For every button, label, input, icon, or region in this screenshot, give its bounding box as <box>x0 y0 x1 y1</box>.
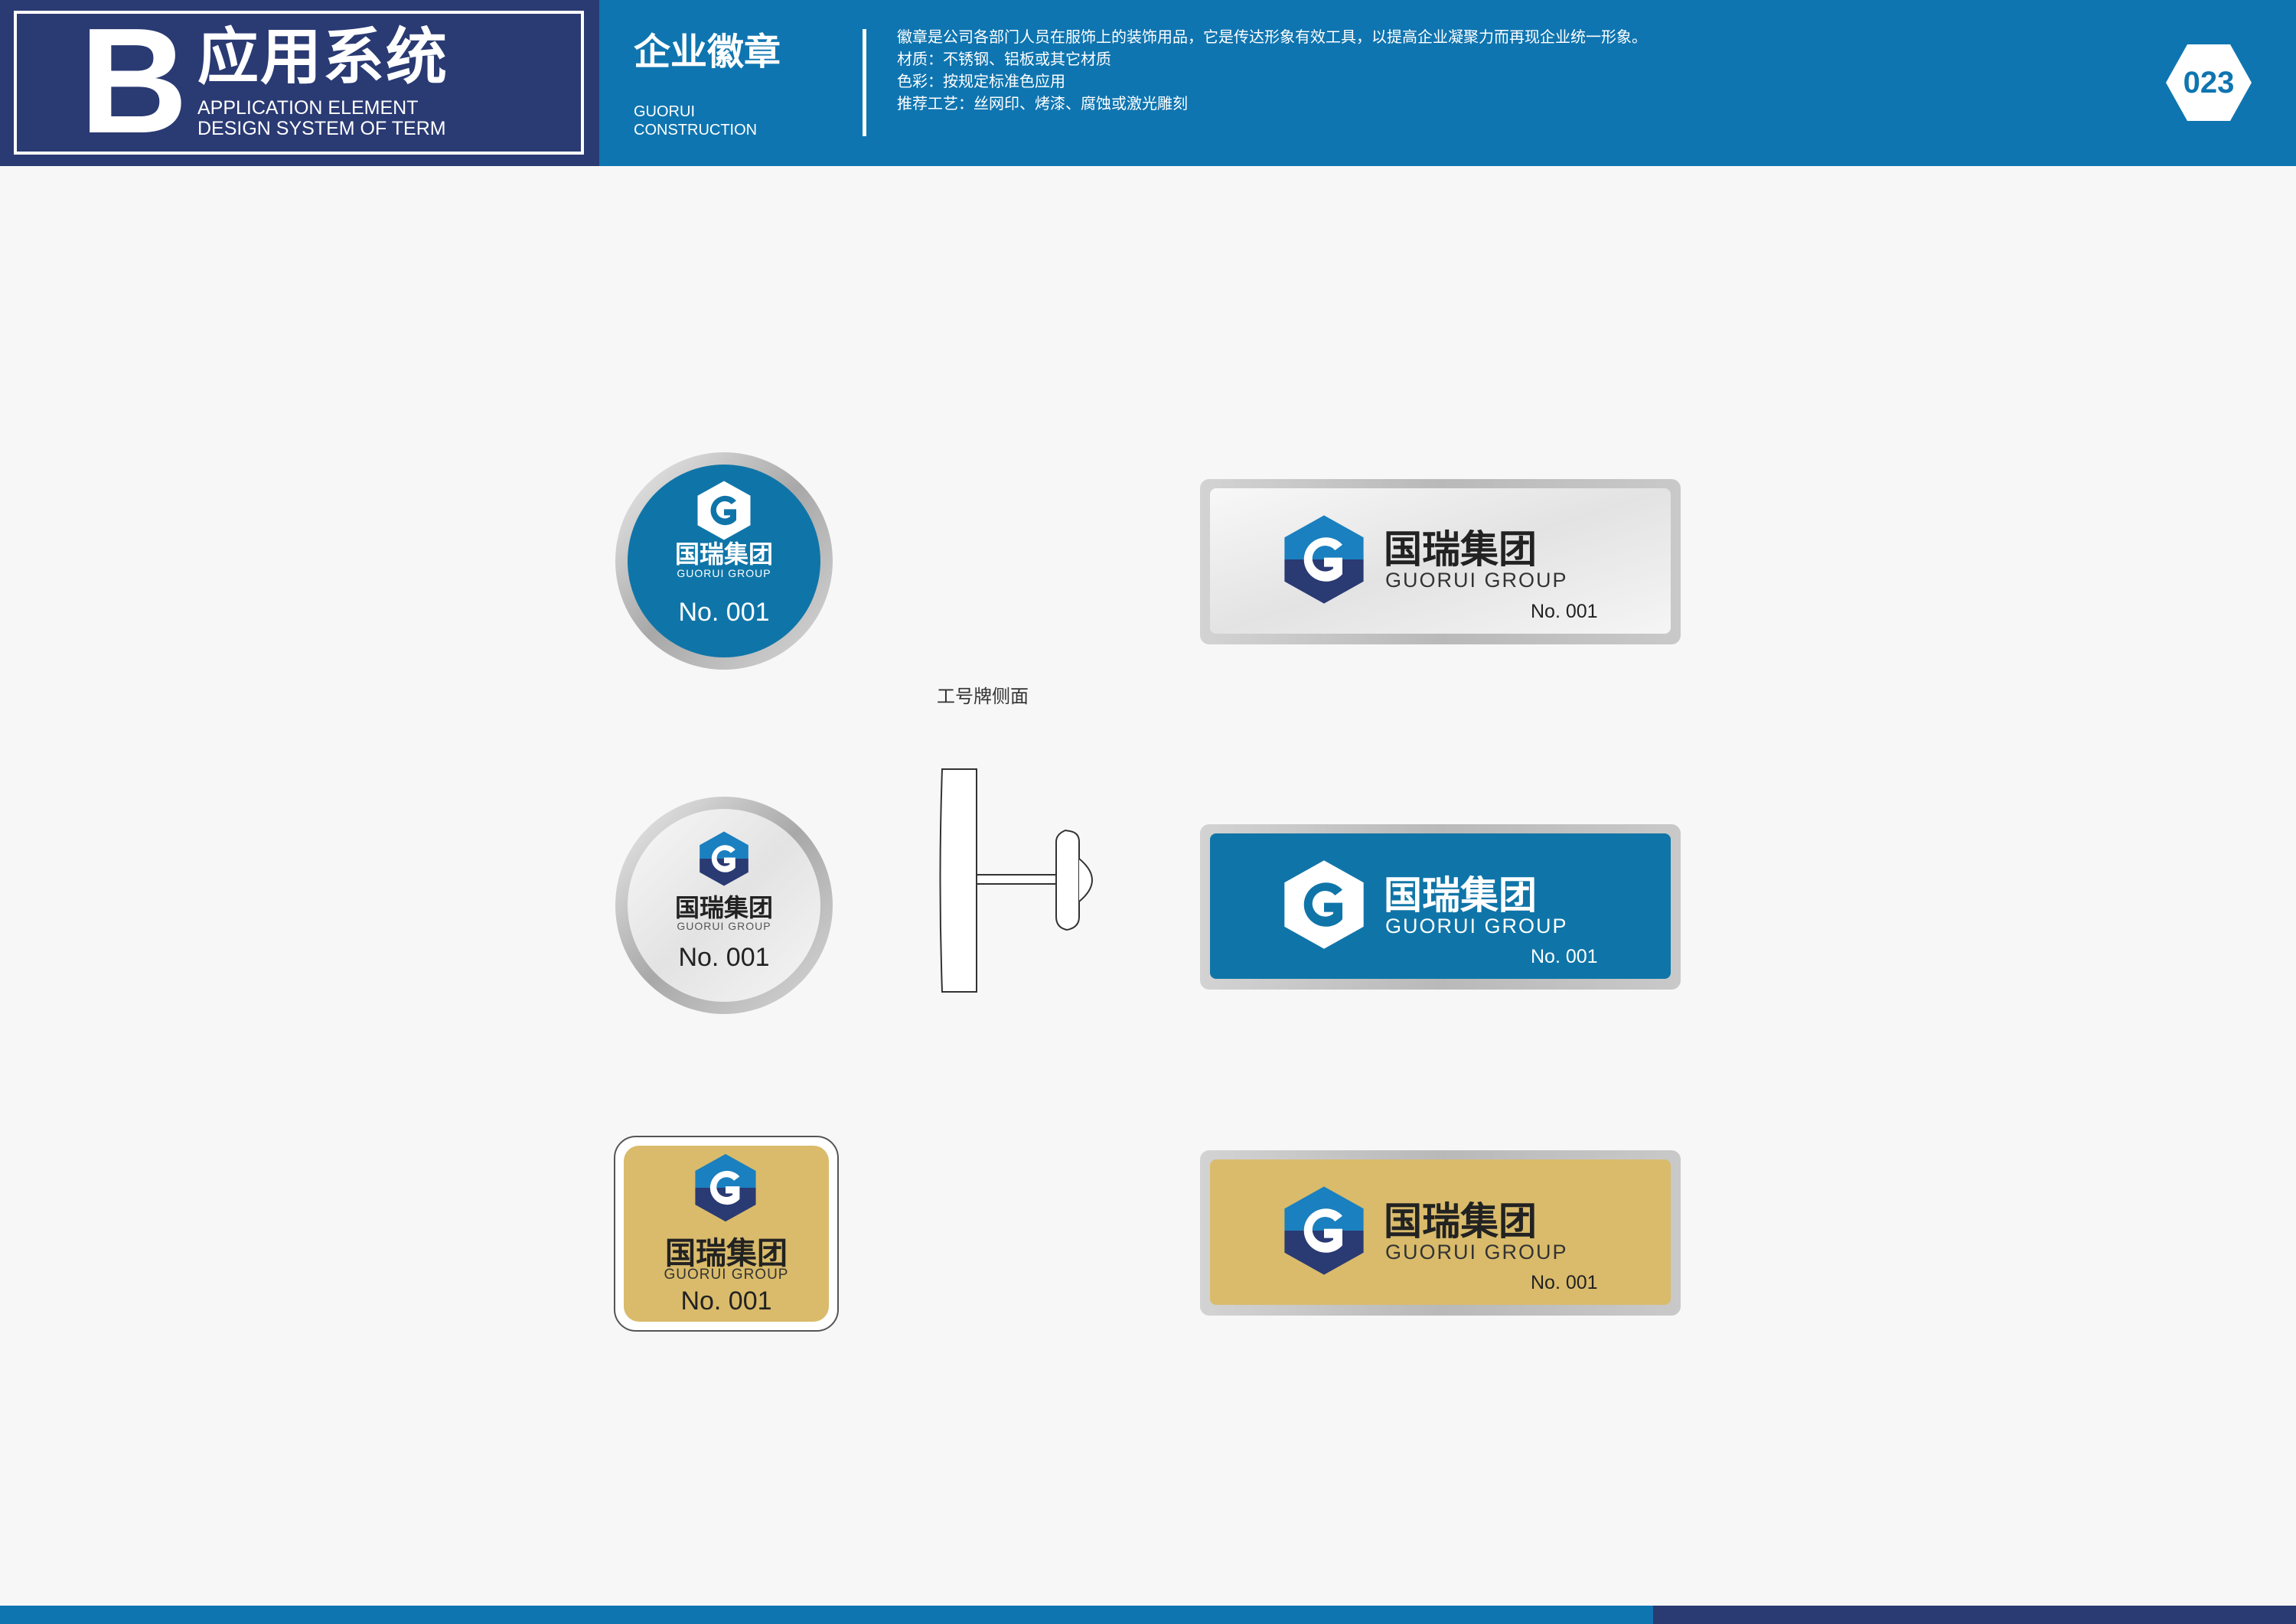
brand-cn: 国瑞集团 <box>674 893 773 922</box>
brand-cn: 国瑞集团 <box>674 540 773 569</box>
badge-number: No. 001 <box>1531 946 1598 967</box>
brand-cn: 国瑞集团 <box>1384 873 1537 918</box>
brand-en: GUORUI GROUP <box>677 920 771 932</box>
g-logo-icon <box>1284 860 1364 949</box>
brand-en: GUORUI GROUP <box>1385 569 1568 592</box>
footer-bar-blue <box>0 1606 1653 1624</box>
side-view-drawing <box>939 768 1093 993</box>
brand-cn: 国瑞集团 <box>1384 527 1537 572</box>
badge-artwork <box>614 452 1681 1332</box>
g-logo-icon <box>697 481 751 540</box>
side-view-label: 工号牌侧面 <box>937 686 1029 707</box>
badge-number: No. 001 <box>680 1286 772 1316</box>
brand-cn: 国瑞集团 <box>1384 1199 1537 1244</box>
badge-number: No. 001 <box>1531 601 1598 622</box>
brand-en: GUORUI GROUP <box>677 567 771 579</box>
badge-number: No. 001 <box>678 598 770 627</box>
badge-number: No. 001 <box>1531 1272 1598 1293</box>
brand-en: GUORUI GROUP <box>1385 1241 1568 1264</box>
brand-en: GUORUI GROUP <box>1385 915 1568 938</box>
footer-bar-navy <box>1653 1606 2296 1624</box>
brand-en: GUORUI GROUP <box>664 1267 789 1283</box>
brand-cn: 国瑞集团 <box>665 1236 788 1271</box>
badge-number: No. 001 <box>678 943 770 972</box>
